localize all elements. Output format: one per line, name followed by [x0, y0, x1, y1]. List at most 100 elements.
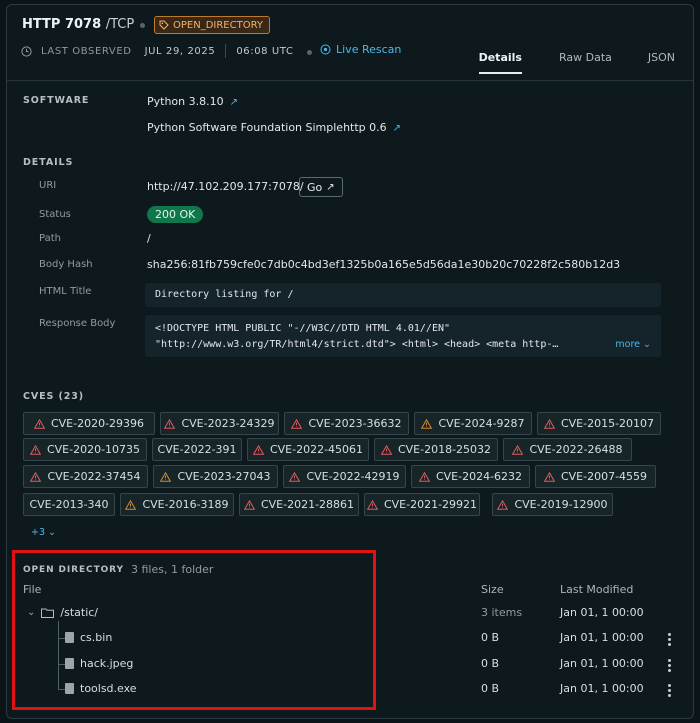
- path-label: Path: [39, 233, 61, 244]
- radar-icon: [320, 44, 331, 55]
- warning-icon: [418, 471, 430, 482]
- kebab-menu-icon[interactable]: [668, 659, 671, 674]
- cve-id: CVE-2022-37454: [47, 470, 141, 483]
- cve-id: CVE-2021-28861: [260, 498, 355, 511]
- cves-section-label: CVES (23): [23, 391, 84, 402]
- cve-id: CVE-2007-4559: [560, 470, 648, 483]
- response-body-line: <!DOCTYPE HTML PUBLIC "-//W3C//DTD HTML …: [155, 323, 451, 334]
- go-label: Go: [307, 180, 323, 194]
- cve-id: CVE-2018-25032: [397, 443, 492, 456]
- chevron-down-icon: ⌄: [643, 339, 651, 350]
- panel-header: HTTP 7078 /TCP OPEN_DIRECTORY LAST OBSER…: [7, 5, 693, 81]
- response-body-label: Response Body: [39, 318, 116, 329]
- cve-id: CVE-2020-10735: [46, 443, 141, 456]
- show-more-cves[interactable]: +3 ⌄: [31, 527, 56, 538]
- folder-size: 3 items: [481, 606, 523, 619]
- cve-id: CVE-2022-26488: [529, 443, 623, 456]
- uri-value: http://47.102.209.177:7078/: [147, 180, 304, 193]
- warning-icon: [164, 418, 176, 429]
- file-size: 0 B: [481, 631, 500, 644]
- last-observed-label: LAST OBSERVED: [41, 45, 132, 57]
- cve-id: CVE-2023-27043: [177, 470, 271, 483]
- warning-icon: [289, 471, 301, 482]
- cve-chip[interactable]: CVE-2018-25032: [374, 438, 498, 461]
- cve-id: CVE-2024-9287: [438, 417, 525, 430]
- tab-raw-data[interactable]: Raw Data: [559, 51, 612, 74]
- tag-label: OPEN_DIRECTORY: [173, 19, 263, 31]
- cve-id: CVE-2020-29396: [50, 417, 145, 430]
- software-section-label: SOFTWARE: [23, 95, 90, 106]
- path-value: /: [147, 232, 151, 245]
- html-title-value: Directory listing for /: [145, 283, 661, 307]
- external-link-icon[interactable]: ↗: [393, 123, 401, 134]
- service-title: HTTP 7078: [22, 17, 102, 32]
- tab-details[interactable]: Details: [478, 51, 522, 74]
- warning-icon: [252, 444, 264, 455]
- kebab-menu-icon[interactable]: [668, 684, 671, 699]
- cve-chip[interactable]: CVE-2013-340: [23, 493, 115, 516]
- cve-chip[interactable]: CVE-2021-28861: [239, 493, 359, 516]
- response-body-value: <!DOCTYPE HTML PUBLIC "-//W3C//DTD HTML …: [145, 315, 661, 357]
- warning-icon: [30, 471, 42, 482]
- folder-modified: Jan 01, 1 00:00: [560, 606, 644, 619]
- software-item[interactable]: Python 3.8.10 ↗: [147, 95, 238, 108]
- cve-chip[interactable]: CVE-2024-9287: [414, 412, 532, 435]
- last-observed: LAST OBSERVED JUL 29, 2025 06:08 UTC: [21, 44, 294, 58]
- warning-icon: [125, 499, 137, 510]
- file-size: 0 B: [481, 682, 500, 695]
- file-size: 0 B: [481, 657, 500, 670]
- column-header-modified: Last Modified: [560, 583, 634, 596]
- cve-chip[interactable]: CVE-2016-3189: [120, 493, 234, 516]
- warning-icon: [421, 418, 433, 429]
- clock-icon: [21, 45, 32, 57]
- software-name: Python Software Foundation Simplehttp 0.…: [147, 121, 387, 134]
- cve-id: CVE-2024-6232: [435, 470, 523, 483]
- cve-chip[interactable]: CVE-2023-24329: [160, 412, 279, 435]
- cve-chip[interactable]: CVE-2022-391: [152, 438, 242, 461]
- cve-id: CVE-2019-12900: [514, 498, 608, 511]
- more-label: more: [615, 339, 640, 350]
- warning-icon: [512, 444, 524, 455]
- cve-chip[interactable]: CVE-2022-42919: [283, 465, 406, 488]
- cve-chip[interactable]: CVE-2022-45061: [247, 438, 369, 461]
- cve-chip[interactable]: CVE-2022-37454: [23, 465, 148, 488]
- cve-chip[interactable]: CVE-2021-29921: [364, 493, 480, 516]
- live-rescan-label: Live Rescan: [336, 43, 402, 56]
- tag-icon: [159, 20, 169, 30]
- external-link-icon[interactable]: ↗: [230, 97, 238, 108]
- body-hash-label: Body Hash: [39, 259, 93, 270]
- separator-dot: [307, 50, 312, 55]
- warning-icon: [366, 499, 378, 510]
- status-badge: 200 OK: [147, 206, 204, 223]
- file-modified: Jan 01, 1 00:00: [560, 657, 644, 670]
- file-modified: Jan 01, 1 00:00: [560, 631, 644, 644]
- warning-icon: [380, 444, 392, 455]
- uri-label: URI: [39, 180, 57, 191]
- warning-icon: [497, 499, 509, 510]
- observed-time: 06:08 UTC: [236, 45, 294, 57]
- cve-chip[interactable]: CVE-2023-36632: [284, 412, 409, 435]
- cve-id: CVE-2015-20107: [560, 417, 655, 430]
- cve-chip[interactable]: CVE-2020-29396: [23, 412, 155, 435]
- body-hash-value: sha256:81fb759cfe0c7db0c4bd3ef1325b0a165…: [147, 258, 621, 271]
- software-item[interactable]: Python Software Foundation Simplehttp 0.…: [147, 121, 401, 134]
- warning-icon: [29, 444, 41, 455]
- go-button[interactable]: Go ↗: [299, 177, 343, 197]
- cve-chip[interactable]: CVE-2015-20107: [537, 412, 661, 435]
- tab-json[interactable]: JSON: [648, 51, 675, 74]
- cve-chip[interactable]: CVE-2019-12900: [492, 493, 613, 516]
- more-toggle[interactable]: more ⌄: [615, 337, 651, 353]
- live-rescan-link[interactable]: Live Rescan: [320, 43, 401, 56]
- kebab-menu-icon[interactable]: [668, 633, 671, 648]
- cve-chip[interactable]: CVE-2024-6232: [411, 465, 530, 488]
- cve-chip[interactable]: CVE-2023-27043: [153, 465, 278, 488]
- cve-chip[interactable]: CVE-2007-4559: [535, 465, 656, 488]
- highlight-box: [12, 550, 376, 710]
- open-directory-tag[interactable]: OPEN_DIRECTORY: [154, 16, 270, 34]
- warning-icon: [543, 418, 555, 429]
- cve-id: CVE-2023-24329: [181, 417, 275, 430]
- cve-chip[interactable]: CVE-2020-10735: [23, 438, 147, 461]
- cve-chip[interactable]: CVE-2022-26488: [503, 438, 632, 461]
- status-label: Status: [39, 209, 71, 220]
- cve-id: CVE-2023-36632: [308, 417, 402, 430]
